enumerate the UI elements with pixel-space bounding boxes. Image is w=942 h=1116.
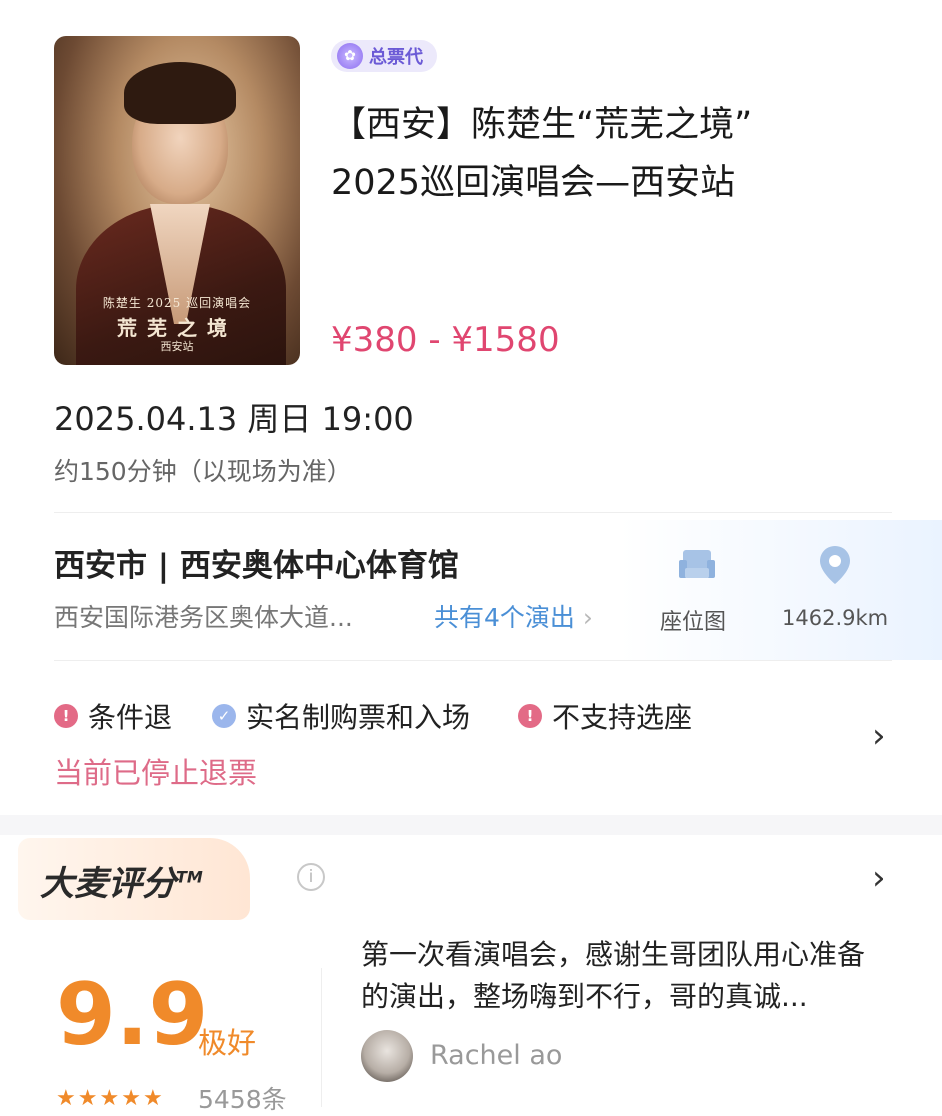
- event-date: 2025.04.13 周日 19:00: [54, 400, 414, 438]
- rating-score: 9.9: [56, 965, 209, 1065]
- star-icon: ★: [121, 1086, 143, 1111]
- rating-score-label: 极好: [198, 1026, 257, 1060]
- event-title-line1: 【西安】陈楚生“荒芜之境”: [331, 105, 753, 145]
- agency-logo-icon: ✿: [337, 43, 363, 69]
- refund-status-note: 当前已停止退票: [54, 756, 258, 790]
- rating-chevron-right-icon[interactable]: ›: [872, 858, 886, 898]
- poster-text-line3: 西安站: [160, 340, 194, 353]
- location-pin-icon[interactable]: [818, 544, 852, 586]
- star-icon: ★: [56, 1086, 78, 1111]
- venue-actions-background: [620, 520, 942, 660]
- event-title-line2: 2025巡回演唱会—西安站: [331, 163, 736, 203]
- policies-chevron-right-icon[interactable]: ›: [872, 716, 886, 756]
- policy-label: 条件退: [88, 701, 173, 734]
- event-poster[interactable]: 陈楚生 2025 巡回演唱会 荒芜之境 西安站: [54, 36, 300, 365]
- seat-map-icon[interactable]: [677, 546, 717, 584]
- section-separator: [0, 815, 942, 835]
- info-icon[interactable]: i: [297, 863, 325, 891]
- rating-brand-logo: 大麦评分TM: [40, 856, 203, 905]
- reviewer-name[interactable]: Rachel ao: [430, 1040, 562, 1071]
- trademark-mark: TM: [176, 867, 203, 887]
- policy-conditional-refund[interactable]: ! 条件退: [54, 696, 172, 736]
- venue-shows-label: 共有4个演出: [434, 603, 575, 632]
- venue-shows-link[interactable]: 共有4个演出 ›: [434, 598, 593, 634]
- policy-no-seat-selection[interactable]: ! 不支持选座: [518, 696, 692, 736]
- rating-brand-text: 大麦评分: [40, 864, 176, 904]
- divider: [54, 512, 892, 513]
- agency-badge: ✿ 总票代: [331, 40, 437, 72]
- rating-count: 5458条: [198, 1085, 287, 1114]
- event-title: 【西安】陈楚生“荒芜之境” 2025巡回演唱会—西安站: [331, 96, 891, 212]
- policy-label: 实名制购票和入场: [246, 701, 471, 734]
- venue-title[interactable]: 西安市 | 西安奥体中心体育馆: [54, 540, 459, 585]
- policy-label: 不支持选座: [552, 701, 693, 734]
- distance-label: 1462.9km: [782, 606, 889, 630]
- poster-text-line2: 荒芜之境: [117, 316, 237, 340]
- poster-text-line1: 陈楚生 2025 巡回演唱会: [102, 296, 252, 310]
- vertical-divider: [321, 968, 322, 1107]
- rating-stars: ★★★★★: [56, 1086, 165, 1111]
- reviewer-avatar[interactable]: [361, 1030, 413, 1082]
- venue-address[interactable]: 西安国际港务区奥体大道...: [54, 598, 353, 634]
- exclamation-icon: !: [518, 704, 542, 728]
- review-text[interactable]: 第一次看演唱会，感谢生哥团队用心准备的演出，整场嗨到不行，哥的真诚...: [361, 934, 891, 1018]
- event-duration: 约150分钟（以现场为准）: [54, 457, 352, 486]
- star-icon: ★: [77, 1086, 100, 1111]
- price-range: ¥380 - ¥1580: [331, 320, 560, 360]
- agency-badge-label: 总票代: [369, 47, 423, 68]
- chevron-right-icon: ›: [582, 603, 593, 632]
- check-icon: ✓: [212, 704, 236, 728]
- poster-figure-hair: [124, 62, 236, 124]
- exclamation-icon: !: [54, 704, 78, 728]
- policy-real-name[interactable]: ✓ 实名制购票和入场: [212, 696, 470, 736]
- star-icon: ★: [99, 1086, 122, 1111]
- divider: [54, 660, 892, 661]
- seat-map-label[interactable]: 座位图: [660, 604, 726, 636]
- star-half-icon: ★: [142, 1086, 165, 1111]
